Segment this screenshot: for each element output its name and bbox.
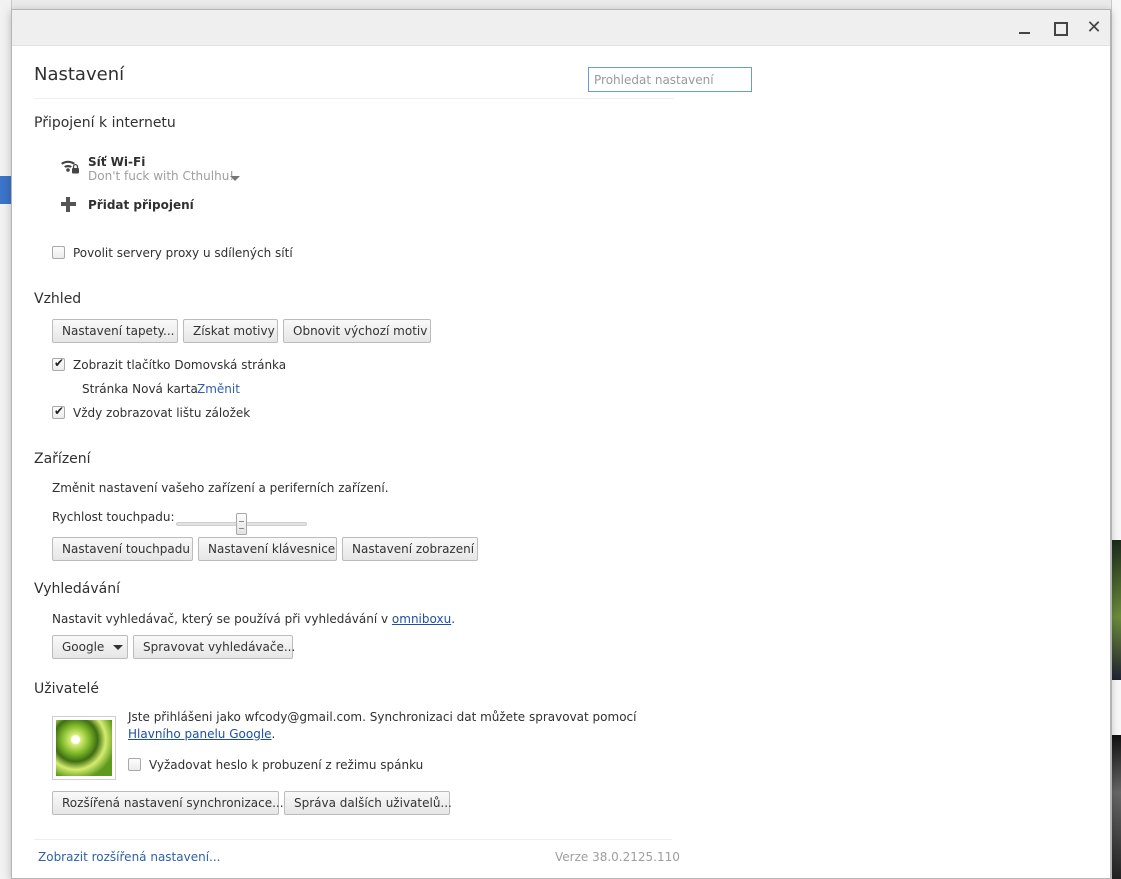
background-window-right [1111,0,1121,879]
omnibox-link[interactable]: omniboxu [392,612,451,626]
home-button-checkbox[interactable] [52,356,65,371]
search-description-text: Nastavit vyhledávač, který se používá př… [52,612,392,626]
advanced-sync-settings-button[interactable]: Rozšířená nastavení synchronizace... [52,791,284,815]
settings-window: ✕ Nastavení Připojení k internetu Síť Wi… [11,9,1111,879]
search-description: Nastavit vyhledávač, který se používá př… [52,612,455,626]
settings-content: Nastavení Připojení k internetu Síť Wi-F… [12,46,1112,879]
manage-search-engines-button[interactable]: Spravovat vyhledávače... [133,635,295,659]
divider [34,98,674,99]
touchpad-settings-button[interactable]: Nastavení touchpadu [52,537,193,561]
get-themes-button[interactable]: Získat motivy [183,319,278,343]
wallpaper-settings-button[interactable]: Nastavení tapety... [52,319,178,343]
keyboard-settings-button[interactable]: Nastavení klávesnice [198,537,337,561]
home-page-change-link[interactable]: Změnit [197,382,240,396]
search-engine-value: Google [62,640,105,654]
page-title: Nastavení [34,64,125,85]
chevron-down-icon[interactable] [230,176,240,181]
section-title-search: Vyhledávání [34,581,120,597]
require-password-label: Vyžadovat heslo k probuzení z režimu spá… [149,758,424,772]
home-button-label: Zobrazit tlačítko Domovská stránka [73,358,287,372]
section-title-users: Uživatelé [34,681,99,697]
chevron-down-icon [113,645,123,650]
wifi-lock-icon [61,160,79,174]
background-image [1112,735,1121,879]
search-engine-select[interactable]: Google [52,635,128,659]
minimize-icon[interactable] [1014,18,1034,38]
proxy-label: Povolit servery proxy u sdílených sítí [73,246,293,260]
dashboard-suffix: . [271,727,276,741]
section-title-internet: Připojení k internetu [34,115,176,131]
device-description: Změnit nastavení vašeho zařízení a perif… [52,481,389,495]
google-dashboard-link[interactable]: Hlavního panelu Google [128,727,272,741]
background-image [1112,540,1121,680]
bookmarks-bar-checkbox[interactable] [52,404,65,419]
proxy-checkbox[interactable] [52,246,65,259]
show-advanced-settings-link[interactable]: Zobrazit rozšířená nastavení... [38,850,220,864]
display-settings-button[interactable]: Nastavení zobrazení [342,537,478,561]
close-icon[interactable]: ✕ [1084,18,1104,38]
version-text: Verze 38.0.2125.110 [555,850,680,864]
home-page-text: Stránka Nová karta [82,382,198,396]
slider-handle[interactable] [236,513,247,535]
search-description-suffix: . [451,612,456,626]
manage-users-button[interactable]: Správa dalších uživatelů... [284,791,452,815]
plus-icon[interactable] [61,197,76,212]
signed-in-text: Jste přihlášeni jako wfcody@gmail.com. S… [128,710,637,724]
avatar-image [56,720,112,776]
section-title-appearance: Vzhled [34,291,82,307]
desktop-top-strip [12,0,1111,9]
network-name[interactable]: Síť Wi-Fi [88,155,145,169]
network-ssid[interactable]: Don't fuck with Cthulhu! [88,169,234,183]
divider [34,839,672,840]
add-connection-button[interactable]: Přidat připojení [88,198,194,212]
bookmarks-bar-label: Vždy zobrazovat lištu záložek [73,406,251,420]
search-input[interactable] [588,67,752,92]
section-title-device: Zařízení [34,451,91,467]
maximize-icon[interactable] [1049,18,1069,38]
reset-theme-button[interactable]: Obnovit výchozí motiv [283,319,431,343]
touchpad-speed-label: Rychlost touchpadu: [52,510,175,524]
title-bar[interactable]: ✕ [12,10,1110,46]
require-password-checkbox[interactable] [128,758,141,771]
dashboard-line: Hlavního panelu Google. [128,727,275,741]
avatar[interactable] [52,716,116,780]
